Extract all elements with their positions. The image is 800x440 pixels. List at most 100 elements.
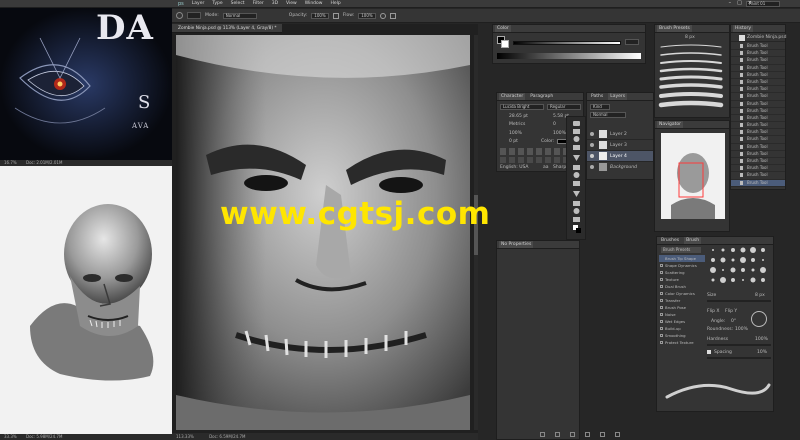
checkbox-icon[interactable] [660,305,663,309]
checkbox-icon[interactable] [660,333,663,337]
spacing-slider[interactable] [707,357,771,359]
font-style-select[interactable]: Regular [547,104,581,110]
history-step[interactable]: Brush Tool [731,43,785,51]
brush-option-item[interactable]: Brush Pose [659,304,705,311]
menu-help[interactable]: Help [326,1,344,6]
angle-dial[interactable] [751,311,767,327]
brush-option-item[interactable]: Build-up [659,325,705,332]
flip-x-checkbox[interactable]: Flip X [707,309,719,314]
zoom-level[interactable]: 33.3% [4,434,17,439]
brush-tool-icon[interactable] [176,12,183,19]
brush-option-item[interactable]: Transfer [659,297,705,304]
pressure-opacity-icon[interactable] [332,12,339,19]
brush-presets-button[interactable]: Brush Presets [661,247,701,253]
brush-option-item[interactable]: Smoothing [659,332,705,339]
angle-value[interactable]: 0° [731,319,736,324]
checkbox-icon[interactable] [660,277,663,281]
checkbox-icon[interactable] [660,298,663,302]
history-step[interactable]: Brush Tool [731,57,785,65]
gray-slider[interactable] [513,41,621,45]
background-swatch[interactable] [501,40,509,48]
brush-option-item[interactable]: Wet Edges [659,318,705,325]
document-window-bottom[interactable]: 33.3% Doc: 5.98M/24.7M [0,166,172,440]
spacing-checkbox[interactable] [707,350,711,354]
gray-value-field[interactable] [625,39,639,45]
flip-y-checkbox[interactable]: Flip Y [725,309,737,314]
brush-option-item[interactable]: Protect Texture [659,339,705,346]
eye-icon[interactable] [590,143,594,147]
vertical-scale-field[interactable]: 100% [509,131,522,136]
history-step[interactable]: Brush Tool [731,122,785,130]
main-document-window[interactable]: Zombie Ninja.psd @ 113% (Layer 4, Gray/8… [172,24,478,440]
opacity-field[interactable]: 100% [311,12,329,19]
brush-preset-size[interactable]: 8 px [685,35,695,40]
size-value[interactable]: 8 px [755,293,765,298]
brush-option-item[interactable]: Noise [659,311,705,318]
baseline-field[interactable]: 0 pt [509,139,518,144]
hardness-slider[interactable] [707,344,771,346]
menu-3d[interactable]: 3D [268,1,282,6]
hardness-value[interactable]: 100% [755,337,768,342]
menu-select[interactable]: Select [227,1,249,6]
zoom-level[interactable]: 16.7% [4,160,17,165]
close-icon[interactable]: × [748,0,752,6]
tab-brush[interactable]: Brush [684,237,702,244]
roundness-value[interactable]: 100% [735,327,748,332]
main-canvas-scrollbar[interactable] [474,35,478,430]
menu-view[interactable]: View [282,1,301,6]
brush-option-item[interactable]: Dual Brush [659,283,705,290]
checkbox-icon[interactable] [660,319,663,323]
airbrush-icon[interactable] [379,12,386,19]
brush-option-item[interactable]: Color Dynamics [659,290,705,297]
history-step[interactable]: Brush Tool [731,93,785,101]
snapshot-name[interactable]: Zombie Ninja.psd [747,35,787,40]
tab-paths[interactable]: Paths [589,93,605,100]
minimize-icon[interactable]: – [729,0,732,6]
tab-paragraph[interactable]: Paragraph [528,93,555,100]
history-step[interactable]: Brush Tool [731,144,785,151]
brush-tip-grid[interactable] [707,245,773,285]
language-select[interactable]: English: USA [500,165,529,170]
history-snapshot[interactable]: Zombie Ninja.psd [731,34,787,42]
dock-icon[interactable] [555,432,560,437]
dock-icon[interactable] [585,432,590,437]
checkbox-icon[interactable] [660,270,663,274]
tab-color[interactable]: Color [495,25,511,32]
history-step[interactable]: Brush Tool [731,86,785,94]
spacing-value[interactable]: 10% [757,350,767,355]
flow-field[interactable]: 100% [358,12,376,19]
zoom-level[interactable]: 113.33% [176,434,194,439]
history-step[interactable]: Brush Tool [731,79,785,87]
history-step[interactable]: Brush Tool [731,172,785,180]
history-step[interactable]: Brush Tool [731,151,785,158]
menu-filter[interactable]: Filter [249,1,268,6]
navigator-preview[interactable] [661,133,725,219]
kerning-field[interactable]: Metrics [509,122,525,127]
checkbox-icon[interactable] [660,312,663,316]
brush-option-item[interactable]: Shape Dynamics [659,262,705,269]
layer-name[interactable]: Layer 4 [610,154,627,159]
checkbox-icon[interactable] [660,291,663,295]
tab-layers[interactable]: Layers [608,93,628,100]
history-step[interactable]: Brush Tool [731,101,785,108]
history-step[interactable]: Brush Tool [731,72,785,79]
layer-row[interactable]: Layer 2 [587,129,653,140]
pressure-size-icon[interactable] [389,12,396,19]
layer-row[interactable]: Layer 3 [587,140,653,151]
tab-character[interactable]: Character [499,93,526,100]
dock-icon[interactable] [540,432,545,437]
dock-icon[interactable] [600,432,605,437]
horizontal-scale-field[interactable]: 100% [553,131,566,136]
checkbox-icon[interactable] [660,326,663,330]
layer-name[interactable]: Background [610,165,637,170]
mode-select[interactable]: Normal [222,12,257,19]
main-document-tab[interactable]: Zombie Ninja.psd @ 113% (Layer 4, Gray/8… [172,24,282,33]
checkbox-icon[interactable] [660,284,663,288]
menu-type[interactable]: Type [208,1,226,6]
layer-blend-mode[interactable]: Normal [590,112,626,118]
brush-option-item[interactable]: Scattering [659,269,705,276]
checkbox-icon[interactable] [660,340,663,344]
size-slider[interactable] [707,300,771,302]
antialias-select[interactable]: Sharp [553,165,566,170]
brush-preset-strokes[interactable] [655,41,731,117]
